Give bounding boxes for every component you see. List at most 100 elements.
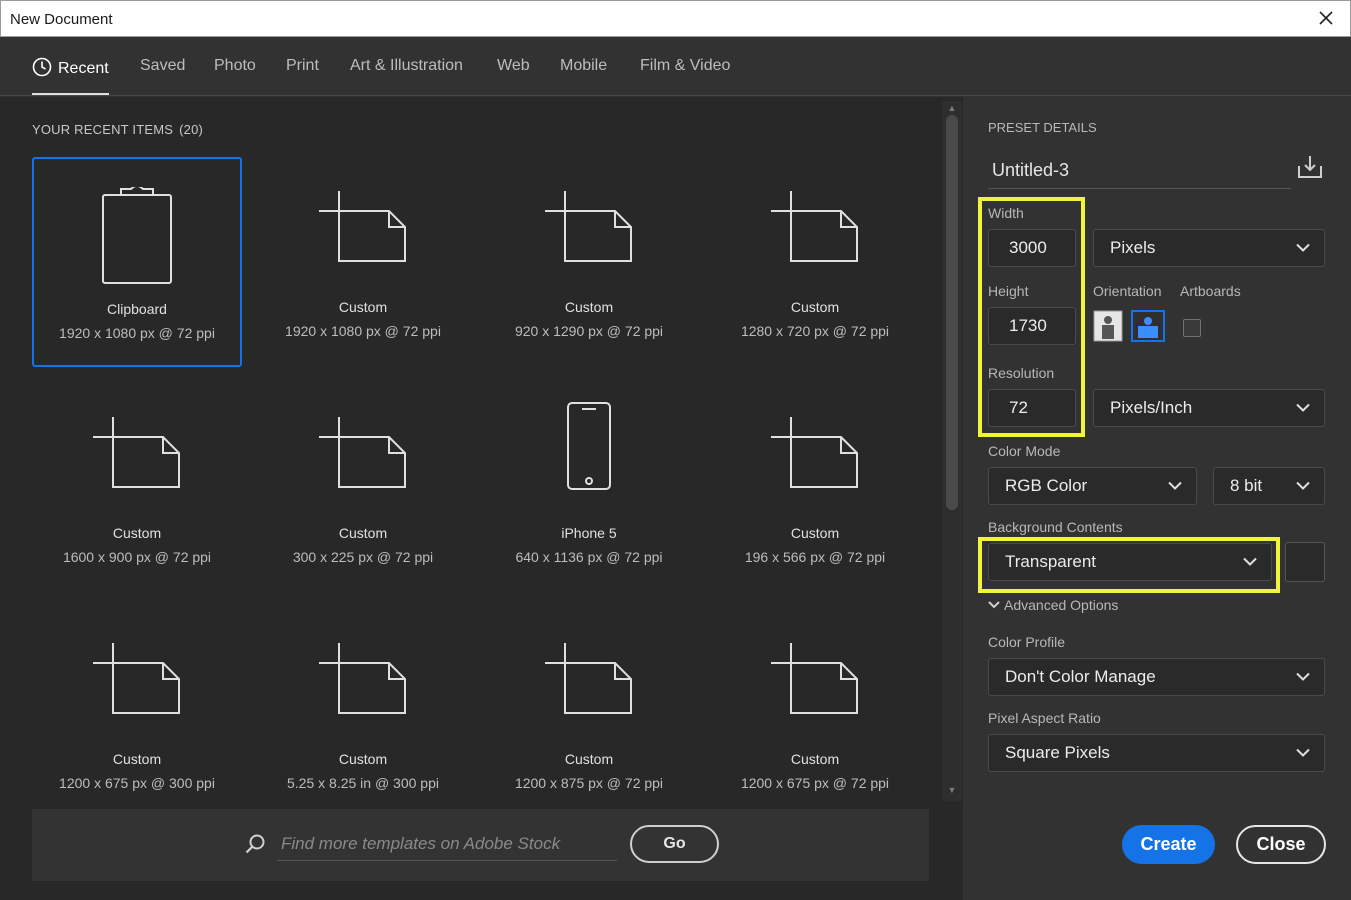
recent-item[interactable]: Custom 196 x 566 px @ 72 ppi	[710, 383, 920, 593]
recent-items-header: YOUR RECENT ITEMS (20)	[32, 122, 203, 137]
recent-item-name: Custom	[112, 751, 162, 767]
recent-item-name: Custom	[790, 299, 840, 315]
category-tabs: Recent Saved Photo Print Art & Illustrat…	[0, 37, 1351, 96]
pixel-aspect-dropdown[interactable]: Square Pixels	[988, 734, 1325, 772]
custom-doc-icon	[771, 643, 858, 714]
highlight-dimensions	[978, 197, 1085, 437]
scroll-up-icon[interactable]: ▲	[946, 103, 958, 113]
recent-items-title: YOUR RECENT ITEMS	[32, 122, 174, 137]
chevron-down-icon	[1296, 403, 1310, 412]
create-button[interactable]: Create	[1122, 825, 1215, 864]
color-mode-dropdown[interactable]: RGB Color	[988, 467, 1197, 505]
tab-saved[interactable]: Saved	[140, 57, 185, 75]
recent-items-count: (20)	[179, 122, 204, 137]
artboards-label: Artboards	[1180, 283, 1241, 299]
recent-item-dims: 300 x 225 px @ 72 ppi	[292, 549, 434, 565]
pixel-aspect-value: Square Pixels	[1005, 743, 1110, 762]
recent-item-dims: 1200 x 675 px @ 72 ppi	[740, 775, 890, 791]
chevron-down-icon	[1296, 672, 1310, 681]
recent-item-dims: 1280 x 720 px @ 72 ppi	[740, 323, 890, 339]
chevron-down-icon	[1296, 748, 1310, 757]
custom-doc-icon	[93, 643, 180, 714]
recent-item-name: Custom	[112, 525, 162, 541]
recent-item-name: Custom	[338, 525, 388, 541]
recent-item-dims: 196 x 566 px @ 72 ppi	[744, 549, 886, 565]
grid-scrollbar[interactable]: ▲ ▼	[942, 101, 962, 801]
clock-icon	[32, 57, 52, 77]
tab-print[interactable]: Print	[286, 57, 319, 75]
tab-film-video[interactable]: Film & Video	[640, 57, 730, 75]
bit-depth-dropdown[interactable]: 8 bit	[1213, 467, 1325, 505]
save-preset-icon[interactable]	[1296, 154, 1324, 180]
custom-doc-icon	[319, 191, 406, 262]
document-name-field[interactable]: Untitled-3	[988, 152, 1291, 189]
recent-item-name: Custom	[564, 751, 614, 767]
portrait-orientation-icon[interactable]	[1093, 310, 1123, 342]
recent-item[interactable]: Custom 1200 x 875 px @ 72 ppi	[484, 609, 694, 819]
recent-item-dims: 5.25 x 8.25 in @ 300 ppi	[287, 775, 439, 791]
units-value: Pixels	[1110, 238, 1156, 257]
tab-art-illustration[interactable]: Art & Illustration	[350, 57, 463, 75]
window-title: New Document	[10, 11, 113, 28]
color-mode-value: RGB Color	[1005, 476, 1088, 495]
advanced-options-label: Advanced Options	[1004, 597, 1119, 613]
color-mode-label: Color Mode	[988, 443, 1061, 459]
recent-item-name: Custom	[338, 299, 388, 315]
recent-item-dims: 1920 x 1080 px @ 72 ppi	[285, 323, 441, 339]
recent-item-dims: 1200 x 875 px @ 72 ppi	[514, 775, 664, 791]
units-dropdown[interactable]: Pixels	[1093, 229, 1325, 267]
recent-item-name: Custom	[564, 299, 614, 315]
tab-mobile[interactable]: Mobile	[560, 57, 607, 75]
recent-item-dims: 1600 x 900 px @ 72 ppi	[62, 549, 212, 565]
custom-doc-icon	[319, 417, 406, 488]
color-profile-label: Color Profile	[988, 634, 1066, 650]
search-icon	[245, 834, 265, 854]
recent-item[interactable]: Custom 1280 x 720 px @ 72 ppi	[710, 157, 920, 367]
stock-search-bar: Go	[32, 809, 929, 881]
resolution-units-dropdown[interactable]: Pixels/Inch	[1093, 389, 1325, 427]
recent-item[interactable]: Custom 300 x 225 px @ 72 ppi	[258, 383, 468, 593]
custom-doc-icon	[319, 643, 406, 714]
tab-web[interactable]: Web	[497, 57, 530, 75]
recent-item-dims: 920 x 1290 px @ 72 ppi	[514, 323, 664, 339]
stock-search-input[interactable]	[277, 827, 617, 861]
recent-item[interactable]: Custom 5.25 x 8.25 in @ 300 ppi	[258, 609, 468, 819]
advanced-options-toggle[interactable]: Advanced Options	[988, 597, 1118, 613]
tab-label: Recent	[58, 60, 109, 77]
active-tab-indicator	[32, 93, 109, 95]
recent-item-name: iPhone 5	[561, 525, 617, 541]
artboards-checkbox[interactable]	[1183, 319, 1201, 337]
custom-doc-icon	[93, 417, 180, 488]
chevron-down-icon	[1168, 481, 1182, 490]
recent-item[interactable]: Custom 1600 x 900 px @ 72 ppi	[32, 383, 242, 593]
phone-icon	[567, 402, 611, 490]
scrollbar-thumb[interactable]	[946, 115, 958, 510]
color-profile-dropdown[interactable]: Don't Color Manage	[988, 658, 1325, 696]
recent-item-dims: 1200 x 675 px @ 300 ppi	[59, 775, 215, 791]
close-button[interactable]: Close	[1236, 825, 1326, 864]
custom-doc-icon	[771, 417, 858, 488]
clipboard-icon	[102, 187, 172, 284]
chevron-down-icon	[1296, 481, 1310, 490]
color-profile-value: Don't Color Manage	[1005, 667, 1156, 686]
highlight-background	[978, 537, 1280, 593]
scroll-down-icon[interactable]: ▼	[946, 785, 958, 795]
background-color-swatch[interactable]	[1285, 542, 1325, 582]
landscape-orientation-icon[interactable]	[1131, 310, 1165, 342]
tab-recent[interactable]: Recent	[32, 57, 109, 78]
close-window-icon[interactable]	[1316, 8, 1336, 28]
recent-item[interactable]: Custom 1200 x 675 px @ 72 ppi	[710, 609, 920, 819]
preset-details-header: PRESET DETAILS	[988, 120, 1097, 135]
background-contents-label: Background Contents	[988, 519, 1123, 535]
recent-item-dims: 640 x 1136 px @ 72 ppi	[515, 549, 663, 565]
recent-item[interactable]: Custom 1920 x 1080 px @ 72 ppi	[258, 157, 468, 367]
recent-item[interactable]: Custom 920 x 1290 px @ 72 ppi	[484, 157, 694, 367]
recent-item[interactable]: Clipboard 1920 x 1080 px @ 72 ppi	[32, 157, 242, 367]
chevron-down-icon	[1296, 243, 1310, 252]
pixel-aspect-label: Pixel Aspect Ratio	[988, 710, 1101, 726]
recent-item[interactable]: iPhone 5 640 x 1136 px @ 72 ppi	[484, 383, 694, 593]
recent-item[interactable]: Custom 1200 x 675 px @ 300 ppi	[32, 609, 242, 819]
recent-item-name: Clipboard	[107, 301, 167, 317]
tab-photo[interactable]: Photo	[214, 57, 256, 75]
go-button[interactable]: Go	[630, 825, 719, 863]
